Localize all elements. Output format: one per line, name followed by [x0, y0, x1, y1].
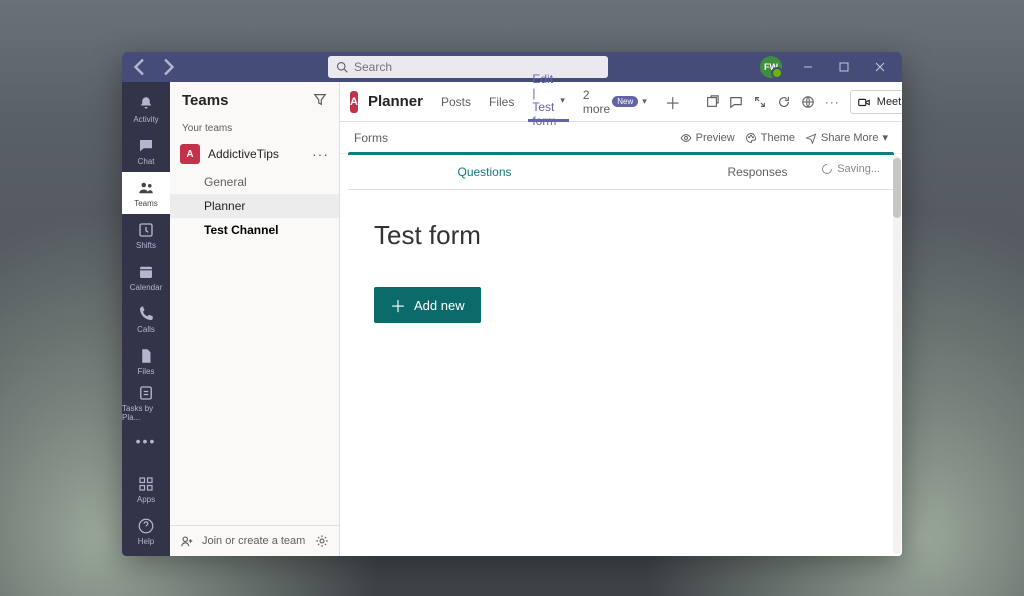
spinner-icon [821, 163, 833, 175]
search-box[interactable] [328, 56, 608, 78]
search-input[interactable] [354, 60, 600, 74]
teams-panel: Teams Your teams A AddictiveTips ··· Gen… [170, 82, 340, 556]
theme-icon [745, 132, 757, 144]
form-title[interactable]: Test form [374, 220, 868, 251]
forms-label: Forms [354, 131, 388, 145]
funnel-icon [313, 92, 327, 106]
eye-icon [680, 132, 692, 144]
chat-icon [137, 137, 155, 155]
window-close-button[interactable] [864, 55, 896, 79]
scrollbar-thumb[interactable] [893, 158, 901, 218]
channel-planner[interactable]: Planner [170, 194, 339, 218]
window-minimize-button[interactable] [792, 55, 824, 79]
rail-tasks[interactable]: Tasks by Pla... [122, 382, 170, 424]
add-tab-button[interactable]: ＋ [661, 90, 685, 114]
team-row[interactable]: A AddictiveTips ··· [170, 138, 339, 170]
panel-footer: Join or create a team [170, 525, 339, 556]
expand-icon[interactable] [753, 91, 767, 113]
rail-chat[interactable]: Chat [122, 130, 170, 172]
panel-title: Teams [182, 92, 307, 109]
nav-forward-button[interactable] [156, 55, 180, 79]
join-team-icon [180, 534, 194, 548]
form-tabs: Questions Responses Saving... [348, 154, 894, 190]
chat-toggle-icon[interactable] [729, 91, 743, 113]
rail-apps[interactable]: Apps [122, 468, 170, 510]
app-rail: Activity Chat Teams Shifts Calendar Call… [122, 82, 170, 556]
channel-test[interactable]: Test Channel [170, 218, 339, 242]
tab-edit-testform[interactable]: Edit | Test form ▾ [528, 82, 569, 122]
filter-button[interactable] [313, 92, 327, 109]
popout-icon[interactable] [705, 91, 719, 113]
content-area: A Planner Posts Files Edit | Test form ▾… [340, 82, 902, 556]
rail-files[interactable]: Files [122, 340, 170, 382]
search-icon [336, 61, 348, 73]
preview-button[interactable]: Preview [680, 132, 735, 144]
rail-activity[interactable]: Activity [122, 88, 170, 130]
saving-indicator: Saving... [821, 163, 880, 175]
channel-general[interactable]: General [170, 170, 339, 194]
rail-teams[interactable]: Teams [122, 172, 170, 214]
rail-help[interactable]: Help [122, 510, 170, 552]
tab-more-icon[interactable]: ··· [825, 91, 840, 113]
globe-icon[interactable] [801, 91, 815, 113]
tab-more[interactable]: 2 more New ▾ [579, 82, 651, 122]
calendar-icon [137, 263, 155, 281]
rail-more[interactable]: ••• [122, 424, 170, 458]
apps-icon [137, 475, 155, 493]
add-new-button[interactable]: ＋ Add new [374, 287, 481, 323]
section-label: Your teams [170, 119, 339, 138]
gear-icon[interactable] [315, 534, 329, 548]
file-icon [137, 347, 155, 365]
current-user-avatar[interactable]: FW [760, 56, 782, 78]
scrollbar-track[interactable] [893, 156, 901, 554]
titlebar: FW [122, 52, 902, 82]
help-icon [137, 517, 155, 535]
channel-avatar: A [350, 91, 358, 113]
share-button[interactable]: Share More ▾ [805, 131, 888, 144]
theme-button[interactable]: Theme [745, 132, 795, 144]
rail-calls[interactable]: Calls [122, 298, 170, 340]
task-icon [137, 384, 155, 402]
team-more-button[interactable]: ··· [312, 146, 329, 162]
team-avatar: A [180, 144, 200, 164]
bell-icon [137, 95, 155, 113]
team-name: AddictiveTips [208, 147, 304, 161]
rail-shifts[interactable]: Shifts [122, 214, 170, 256]
rail-calendar[interactable]: Calendar [122, 256, 170, 298]
tab-posts[interactable]: Posts [437, 82, 475, 122]
forms-canvas: Questions Responses Saving... Test form … [340, 154, 902, 556]
phone-icon [137, 305, 155, 323]
nav-back-button[interactable] [128, 55, 152, 79]
reload-icon[interactable] [777, 91, 791, 113]
join-team-link[interactable]: Join or create a team [202, 535, 307, 547]
window-maximize-button[interactable] [828, 55, 860, 79]
channel-name: Planner [368, 93, 423, 110]
tab-questions[interactable]: Questions [348, 154, 621, 189]
camera-icon [857, 95, 871, 109]
teams-window: FW Activity Chat Teams Shifts [122, 52, 902, 556]
people-icon [137, 179, 155, 197]
meet-button[interactable]: Meet [850, 90, 902, 114]
form-body: Test form ＋ Add new [340, 190, 902, 556]
plus-icon: ＋ [390, 293, 406, 317]
share-icon [805, 132, 817, 144]
clock-icon [137, 221, 155, 239]
forms-subbar: Forms Preview Theme Share More ▾ [340, 122, 902, 154]
channel-tabbar: A Planner Posts Files Edit | Test form ▾… [340, 82, 902, 122]
tab-files[interactable]: Files [485, 82, 518, 122]
